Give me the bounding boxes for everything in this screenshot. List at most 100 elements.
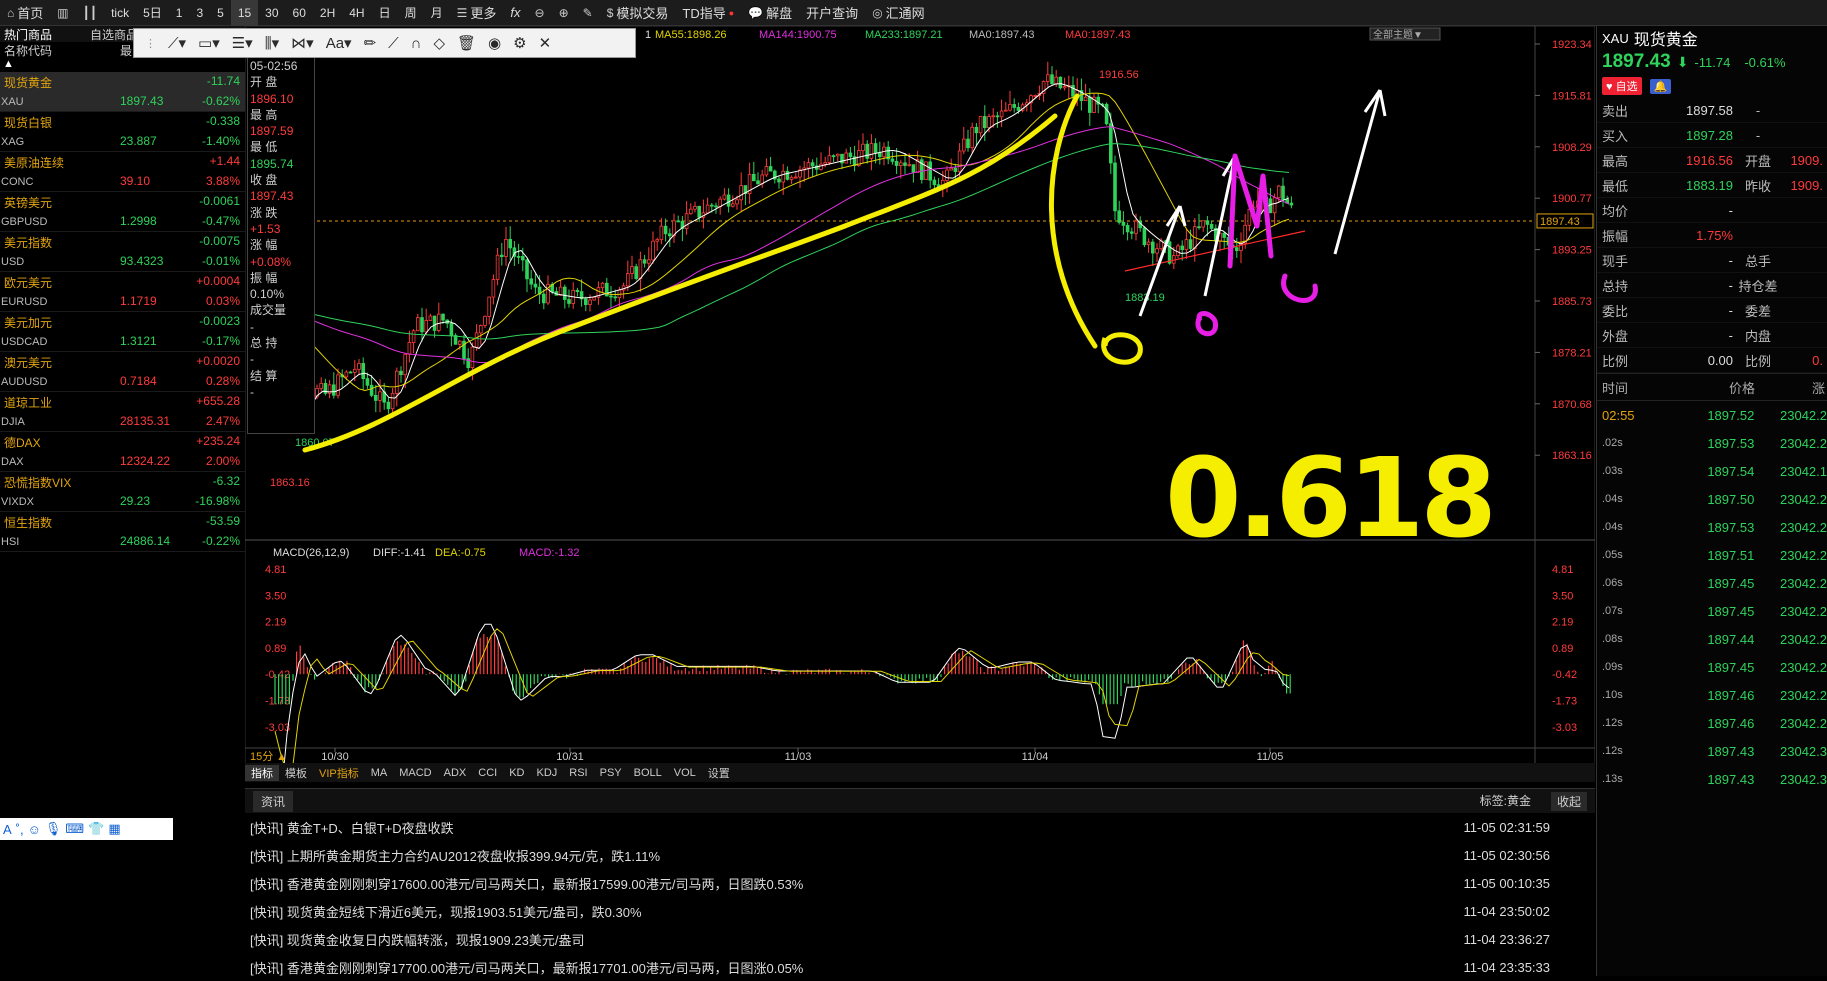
news-title[interactable]: 资讯 [253, 790, 294, 812]
pencil-icon[interactable]: ✏ [359, 34, 382, 52]
period-30[interactable]: 30 [258, 0, 285, 26]
tab-hot[interactable]: 热门商品 [0, 26, 56, 42]
fx678-button[interactable]: ◎ 汇通网 [865, 0, 932, 26]
more-button[interactable]: ☰ 更多 [450, 0, 504, 26]
period-5[interactable]: 5 [210, 0, 231, 26]
analysis-button[interactable]: 💬 解盘 [741, 0, 799, 26]
skin-icon[interactable]: 👕 [88, 821, 104, 837]
period-tick[interactable]: tick [104, 0, 136, 26]
period-day[interactable]: 日 [372, 0, 398, 26]
info-amp-label: 振 幅 [250, 270, 278, 285]
chart-type-button[interactable]: ▥ [50, 0, 75, 26]
tick-price: 1897.46 [1707, 715, 1755, 731]
watchlist-row[interactable]: 英镑美元 -0.0061 GBPUSD 1.2998 -0.47% [0, 192, 245, 232]
watch-pct: -0.47% [201, 214, 240, 228]
bell-icon[interactable]: 🔔 [1649, 78, 1672, 94]
pattern-tool-icon[interactable]: ⋈▾ [286, 34, 319, 52]
period-60[interactable]: 60 [286, 0, 313, 26]
watchlist-row[interactable]: 现货白银 -0.338 XAG 23.887 -1.40% [0, 112, 245, 152]
rect-tool-icon[interactable]: ▭▾ [193, 34, 225, 52]
watchlist-row[interactable]: 美元指数 -0.0075 USD 93.4323 -0.01% [0, 232, 245, 272]
watchlist-row[interactable]: 美原油连续 +1.44 CONC 39.10 3.88% [0, 152, 245, 192]
tick-time: .04s [1602, 521, 1623, 533]
watchlist-row[interactable]: 恒生指数 -53.59 HSI 24886.14 -0.22% [0, 512, 245, 552]
keyboard-icon[interactable]: ⌨ [65, 821, 84, 837]
indicator-tab[interactable]: KDJ [530, 767, 563, 779]
watchlist-row[interactable]: 澳元美元 +0.0020 AUDUSD 0.7184 0.28% [0, 352, 245, 392]
watchlist-row[interactable]: 美元加元 -0.0023 USDCAD 1.3121 -0.17% [0, 312, 245, 352]
indicator-tab[interactable]: VOL [668, 767, 702, 779]
quote-panel: XAU 现货黄金 1897.43 ⬇ -11.74 -0.61% ♥ 自选 🔔 … [1596, 26, 1827, 976]
indicator-tab[interactable]: VIP指标 [313, 765, 365, 781]
indicator-tab[interactable]: MACD [393, 767, 437, 779]
zoom-out-button[interactable]: ⊖ [528, 0, 552, 26]
candle-body [878, 152, 882, 158]
indicator-tab[interactable]: CCI [472, 767, 503, 779]
news-item[interactable]: [快讯] 上期所黄金期货主力合约AU2012夜盘收报399.94元/克，跌1.1… [245, 841, 1595, 869]
news-item[interactable]: [快讯] 黄金T+D、白银T+D夜盘收跌 11-05 02:31:59 [245, 813, 1595, 841]
watchlist-row[interactable]: 现货黄金 -11.74 XAU 1897.43 -0.62% [0, 72, 245, 112]
sort-arrow-icon[interactable]: ▲ [0, 58, 245, 72]
period-3[interactable]: 3 [189, 0, 210, 26]
line-tool-icon[interactable]: ⟋▾ [163, 34, 191, 52]
watchlist-row[interactable]: 道琼工业 +655.28 DJIA 28135.31 2.47% [0, 392, 245, 432]
ime-mode-icon[interactable]: A [3, 822, 12, 837]
settings-icon[interactable]: ⚙ [508, 34, 531, 52]
news-item[interactable]: [快讯] 香港黄金刚刚刺穿17600.00港元/司马两关口，最新报17599.0… [245, 869, 1595, 897]
add-favorite-button[interactable]: ♥ 自选 [1602, 77, 1642, 95]
period-5day[interactable]: 5日 [136, 0, 169, 26]
indicator-tab[interactable]: 模板 [279, 765, 313, 781]
info-settle-label: 结 算 [250, 368, 278, 383]
draw-button[interactable]: ✎ [576, 0, 600, 26]
candle-body [478, 325, 483, 334]
col-name[interactable]: 名称代码 [0, 42, 56, 58]
emoji-icon[interactable]: ☺ [28, 822, 41, 837]
fib-tool-icon[interactable]: ☰▾ [227, 34, 258, 52]
home-button[interactable]: ⌂ 首页 [0, 0, 50, 26]
indicator-tab[interactable]: RSI [563, 767, 593, 779]
indicator-tab[interactable]: 指标 [245, 764, 279, 781]
watchlist-row[interactable]: 恐慌指数VIX -6.32 VIXDX 29.23 -16.98% [0, 472, 245, 512]
open-account-button[interactable]: 开户查询 [799, 0, 865, 26]
simulated-trade-button[interactable]: $ 模拟交易 [600, 0, 676, 26]
period-4h[interactable]: 4H [342, 0, 371, 26]
candle-body [415, 317, 420, 332]
news-item[interactable]: [快讯] 香港黄金刚刚刺穿17700.00港元/司马两关口，最新报17701.0… [245, 953, 1595, 981]
candle-button[interactable]: ┃┃ [76, 0, 104, 26]
gann-tool-icon[interactable]: ⫼▾ [260, 34, 284, 52]
period-week[interactable]: 周 [398, 0, 424, 26]
brush-icon[interactable]: ⟋ [383, 35, 404, 52]
period-2h[interactable]: 2H [313, 0, 342, 26]
punct-icon[interactable]: ˚, [16, 822, 24, 837]
period-15[interactable]: 15 [230, 0, 259, 26]
watch-price: 1897.43 [120, 94, 164, 108]
zoom-in-button[interactable]: ⊕ [552, 0, 576, 26]
indicator-tab[interactable]: KD [503, 767, 530, 779]
period-month[interactable]: 月 [424, 0, 450, 26]
candle-body [962, 138, 966, 152]
td-guide-button[interactable]: TD指导 ● [675, 0, 741, 26]
quote-stat-row: 总持 - 持仓差 [1597, 273, 1827, 298]
close-icon[interactable]: ✕ [534, 34, 557, 52]
news-collapse-button[interactable]: 收起 [1550, 791, 1587, 811]
drag-handle-icon[interactable]: ⋮ [140, 37, 161, 50]
indicator-tab[interactable]: 设置 [702, 765, 736, 781]
indicator-tab[interactable]: ADX [438, 767, 473, 779]
chart-area[interactable]: 1 MA55:1898.26 MA144:1900.75 MA233:1897.21 M… [244, 25, 1596, 800]
watchlist-row[interactable]: 德DAX +235.24 DAX 12324.22 2.00% [0, 432, 245, 472]
eye-icon[interactable]: ◉ [483, 34, 506, 52]
indicator-tab[interactable]: PSY [594, 767, 628, 779]
indicator-tab[interactable]: BOLL [628, 767, 668, 779]
grid-icon[interactable]: ▦ [108, 821, 120, 837]
trash-icon[interactable]: 🗑 [452, 34, 481, 52]
watchlist-row[interactable]: 欧元美元 +0.0004 EURUSD 1.1719 0.03% [0, 272, 245, 312]
news-item[interactable]: [快讯] 现货黄金收复日内跌幅转涨，现报1909.23美元/盎司 11-04 23… [245, 925, 1595, 953]
mic-icon[interactable]: 🎙 [45, 821, 62, 837]
eraser-icon[interactable]: ◇ [428, 34, 450, 52]
text-tool-icon[interactable]: Aa▾ [321, 34, 357, 52]
news-item[interactable]: [快讯] 现货黄金短线下滑近6美元，现报1903.51美元/盎司，跌0.30% 1… [245, 897, 1595, 925]
formula-button[interactable]: fx [503, 0, 527, 26]
period-1[interactable]: 1 [169, 0, 190, 26]
indicator-tab[interactable]: MA [365, 767, 394, 779]
magnet-icon[interactable]: ∩ [406, 35, 427, 52]
